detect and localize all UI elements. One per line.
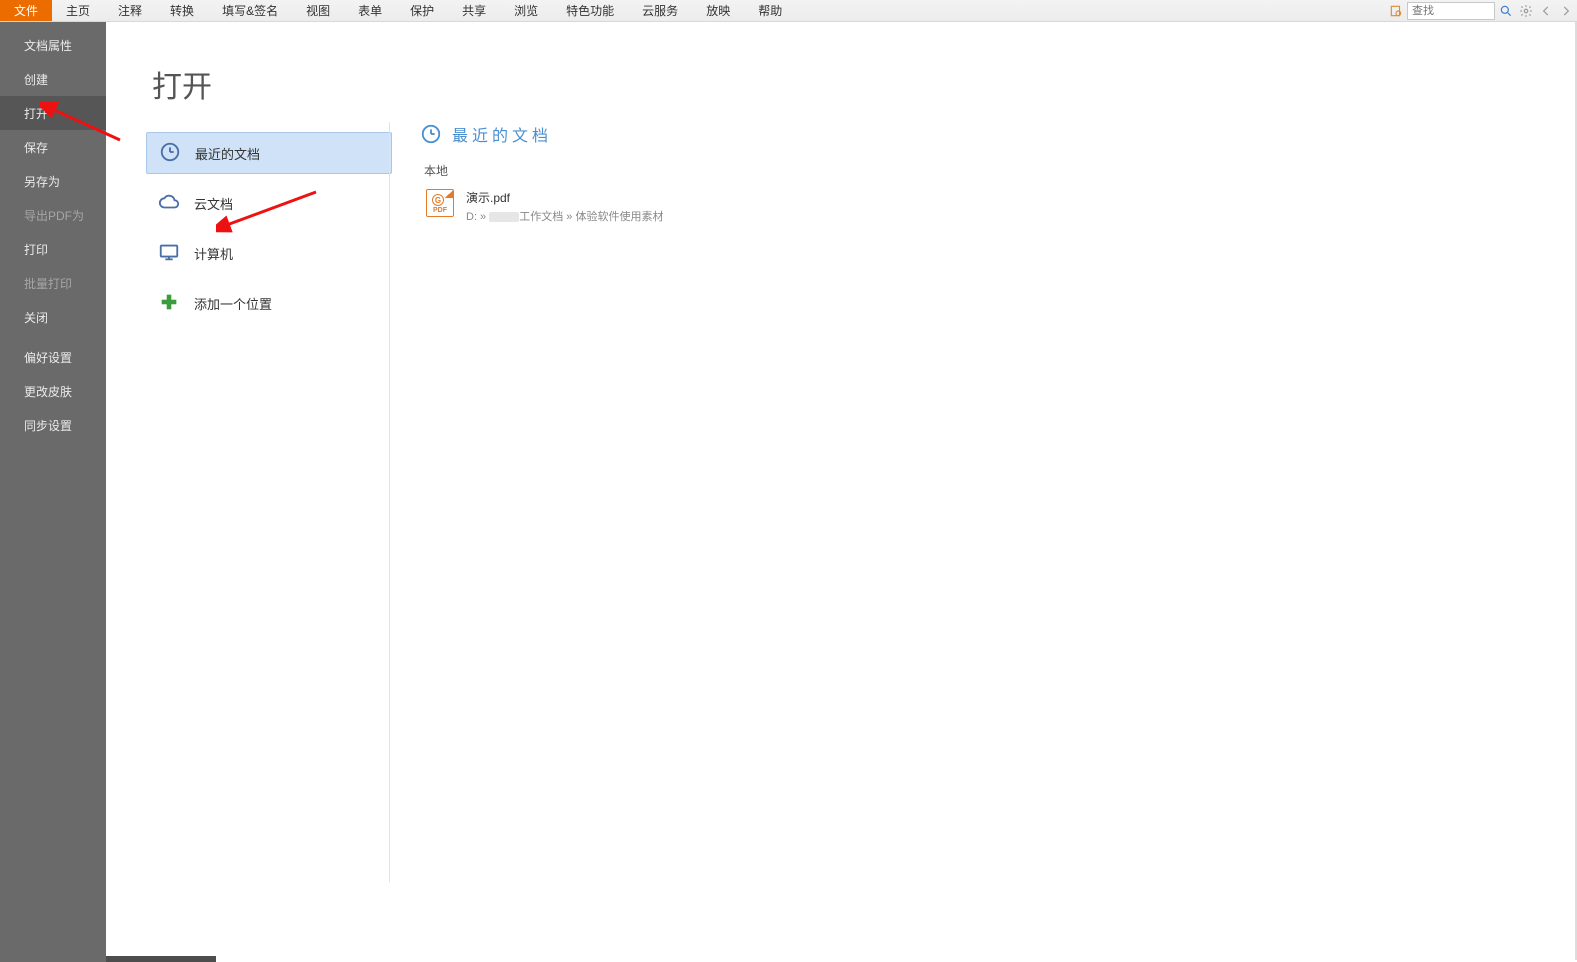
- menu-tab-表单[interactable]: 表单: [344, 0, 396, 21]
- menu-tab-共享[interactable]: 共享: [448, 0, 500, 21]
- file-menu-open[interactable]: 打开: [0, 96, 106, 130]
- open-panel-title: 打开: [152, 62, 390, 106]
- recent-file-item[interactable]: GPDF 演示.pdf D: » 工作文档 » 体验软件使用素材: [420, 185, 920, 228]
- recent-file-path: D: » 工作文档 » 体验软件使用素材: [466, 208, 663, 224]
- clock-icon: [420, 123, 442, 145]
- menu-tab-主页[interactable]: 主页: [52, 0, 104, 21]
- open-source-recent[interactable]: 最近的文档: [146, 132, 392, 174]
- open-source-label: 添加一个位置: [194, 294, 272, 313]
- file-menu-prefs[interactable]: 偏好设置: [0, 340, 106, 374]
- file-menu-save_as[interactable]: 另存为: [0, 164, 106, 198]
- file-menu-skin[interactable]: 更改皮肤: [0, 374, 106, 408]
- open-source-label: 计算机: [194, 244, 233, 263]
- recent-detail-header: 最近的文档: [420, 122, 1577, 146]
- menu-tab-填写&签名[interactable]: 填写&签名: [208, 0, 292, 21]
- search-icon[interactable]: [1497, 2, 1515, 20]
- file-menu-export_pdf[interactable]: 导出PDF为: [0, 198, 106, 232]
- open-panel: 打开 最近的文档云文档计算机添加一个位置 最近的文档 本地 GPDF 演示.pdf…: [106, 22, 1577, 962]
- top-right-controls: [1387, 0, 1575, 22]
- pdf-file-icon: GPDF: [426, 189, 454, 217]
- open-source-add[interactable]: 添加一个位置: [146, 282, 392, 324]
- open-source-computer[interactable]: 计算机: [146, 232, 392, 274]
- recent-heading-label: 最近的文档: [452, 122, 552, 146]
- file-menu-print[interactable]: 打印: [0, 232, 106, 266]
- file-menu-create[interactable]: 创建: [0, 62, 106, 96]
- recent-file-name: 演示.pdf: [466, 189, 663, 206]
- menu-tab-保护[interactable]: 保护: [396, 0, 448, 21]
- cloud-icon: [158, 191, 180, 216]
- clock-icon: [159, 141, 181, 166]
- menu-tab-文件[interactable]: 文件: [0, 0, 52, 21]
- menu-tab-转换[interactable]: 转换: [156, 0, 208, 21]
- nav-next-icon[interactable]: [1557, 2, 1575, 20]
- plus-icon: [158, 291, 180, 316]
- file-sidebar: 文档属性创建打开保存另存为导出PDF为打印批量打印关闭偏好设置更改皮肤同步设置: [0, 22, 106, 962]
- recent-section-label: 本地: [424, 162, 1577, 179]
- file-menu-sync[interactable]: 同步设置: [0, 408, 106, 442]
- file-menu-save[interactable]: 保存: [0, 130, 106, 164]
- menu-tab-浏览[interactable]: 浏览: [500, 0, 552, 21]
- menu-tab-帮助[interactable]: 帮助: [744, 0, 796, 21]
- menu-tab-视图[interactable]: 视图: [292, 0, 344, 21]
- open-source-label: 云文档: [194, 194, 233, 213]
- search-input[interactable]: [1407, 2, 1495, 20]
- nav-prev-icon[interactable]: [1537, 2, 1555, 20]
- open-source-label: 最近的文档: [195, 144, 260, 163]
- body-row: 文档属性创建打开保存另存为导出PDF为打印批量打印关闭偏好设置更改皮肤同步设置 …: [0, 22, 1577, 962]
- recent-detail-column: 最近的文档 本地 GPDF 演示.pdf D: » 工作文档 » 体验软件使用素材: [390, 22, 1577, 962]
- menu-tab-放映[interactable]: 放映: [692, 0, 744, 21]
- file-menu-close[interactable]: 关闭: [0, 300, 106, 334]
- menu-tab-注释[interactable]: 注释: [104, 0, 156, 21]
- menu-tab-云服务[interactable]: 云服务: [628, 0, 692, 21]
- computer-icon: [158, 241, 180, 266]
- menu-tab-特色功能[interactable]: 特色功能: [552, 0, 628, 21]
- status-bar-segment: [106, 956, 216, 962]
- menu-tabs: 文件主页注释转换填写&签名视图表单保护共享浏览特色功能云服务放映帮助: [0, 0, 796, 21]
- settings-gear-icon[interactable]: [1517, 2, 1535, 20]
- find-on-page-icon[interactable]: [1387, 2, 1405, 20]
- top-menu-bar: 文件主页注释转换填写&签名视图表单保护共享浏览特色功能云服务放映帮助: [0, 0, 1577, 22]
- open-sources-column: 打开 最近的文档云文档计算机添加一个位置: [106, 22, 390, 962]
- file-menu-doc_props[interactable]: 文档属性: [0, 28, 106, 62]
- open-source-cloud[interactable]: 云文档: [146, 182, 392, 224]
- file-menu-batch_print[interactable]: 批量打印: [0, 266, 106, 300]
